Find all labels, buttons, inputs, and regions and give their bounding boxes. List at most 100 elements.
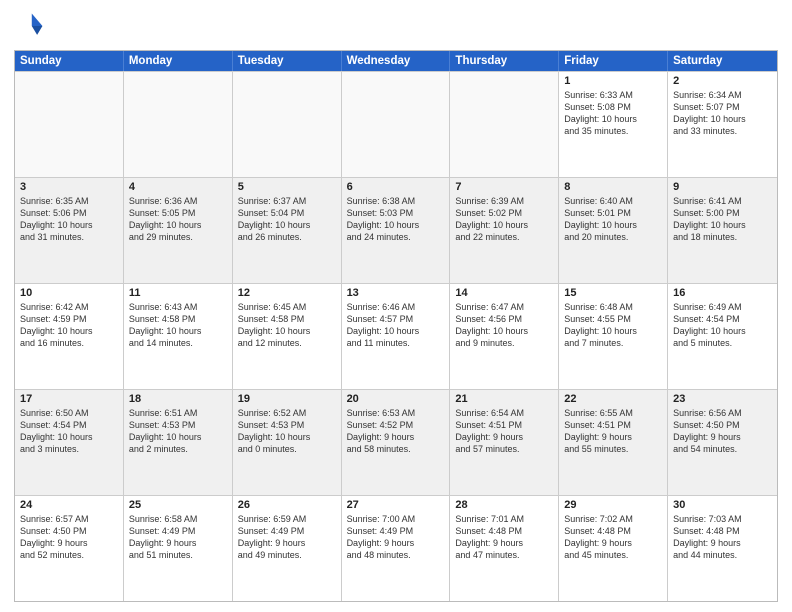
cell-line: and 51 minutes. [129, 549, 227, 561]
day-cell-10: 10Sunrise: 6:42 AMSunset: 4:59 PMDayligh… [15, 284, 124, 389]
cell-line: Daylight: 9 hours [129, 537, 227, 549]
cell-line: Sunset: 4:52 PM [347, 419, 445, 431]
cell-line: Sunset: 4:55 PM [564, 313, 662, 325]
cell-line: Sunset: 5:06 PM [20, 207, 118, 219]
day-number: 16 [673, 287, 772, 299]
cell-line: Sunrise: 6:51 AM [129, 407, 227, 419]
day-number: 27 [347, 499, 445, 511]
cell-line: Daylight: 10 hours [238, 325, 336, 337]
cell-line: and 20 minutes. [564, 231, 662, 243]
cell-line: and 44 minutes. [673, 549, 772, 561]
cell-line: and 18 minutes. [673, 231, 772, 243]
header-day-tuesday: Tuesday [233, 51, 342, 71]
cell-line: Sunrise: 6:57 AM [20, 513, 118, 525]
cell-line: Sunset: 4:59 PM [20, 313, 118, 325]
cell-line: Daylight: 9 hours [347, 537, 445, 549]
day-cell-18: 18Sunrise: 6:51 AMSunset: 4:53 PMDayligh… [124, 390, 233, 495]
cell-line: Sunrise: 7:03 AM [673, 513, 772, 525]
cell-line: Daylight: 9 hours [564, 431, 662, 443]
day-number: 4 [129, 181, 227, 193]
day-cell-8: 8Sunrise: 6:40 AMSunset: 5:01 PMDaylight… [559, 178, 668, 283]
cell-line: and 48 minutes. [347, 549, 445, 561]
cell-line: Sunset: 4:57 PM [347, 313, 445, 325]
calendar: SundayMondayTuesdayWednesdayThursdayFrid… [14, 50, 778, 602]
cell-line: Sunrise: 6:53 AM [347, 407, 445, 419]
cell-line: Sunrise: 6:52 AM [238, 407, 336, 419]
logo [14, 10, 50, 42]
day-number: 17 [20, 393, 118, 405]
cell-line: Sunset: 5:02 PM [455, 207, 553, 219]
day-number: 11 [129, 287, 227, 299]
cell-line: Daylight: 9 hours [564, 537, 662, 549]
cell-line: Sunrise: 7:01 AM [455, 513, 553, 525]
logo-icon [14, 10, 46, 42]
cell-line: and 54 minutes. [673, 443, 772, 455]
cell-line: and 2 minutes. [129, 443, 227, 455]
day-number: 7 [455, 181, 553, 193]
day-number: 8 [564, 181, 662, 193]
cell-line: and 29 minutes. [129, 231, 227, 243]
cell-line: and 11 minutes. [347, 337, 445, 349]
day-number: 15 [564, 287, 662, 299]
day-cell-4: 4Sunrise: 6:36 AMSunset: 5:05 PMDaylight… [124, 178, 233, 283]
cell-line: Sunrise: 6:48 AM [564, 301, 662, 313]
day-number: 3 [20, 181, 118, 193]
cell-line: Sunset: 4:53 PM [238, 419, 336, 431]
day-number: 1 [564, 75, 662, 87]
day-number: 19 [238, 393, 336, 405]
day-cell-25: 25Sunrise: 6:58 AMSunset: 4:49 PMDayligh… [124, 496, 233, 601]
cell-line: Sunrise: 6:34 AM [673, 89, 772, 101]
cell-line: Sunset: 4:48 PM [673, 525, 772, 537]
cell-line: and 14 minutes. [129, 337, 227, 349]
day-number: 20 [347, 393, 445, 405]
cell-line: Daylight: 10 hours [673, 325, 772, 337]
calendar-row-3: 17Sunrise: 6:50 AMSunset: 4:54 PMDayligh… [15, 389, 777, 495]
day-number: 28 [455, 499, 553, 511]
cell-line: Sunset: 4:50 PM [673, 419, 772, 431]
header-day-saturday: Saturday [668, 51, 777, 71]
page: SundayMondayTuesdayWednesdayThursdayFrid… [0, 0, 792, 612]
cell-line: Sunset: 4:49 PM [238, 525, 336, 537]
cell-line: Sunset: 5:04 PM [238, 207, 336, 219]
cell-line: Sunset: 4:53 PM [129, 419, 227, 431]
day-number: 24 [20, 499, 118, 511]
header-day-monday: Monday [124, 51, 233, 71]
day-number: 5 [238, 181, 336, 193]
empty-cell-0-0 [15, 72, 124, 177]
cell-line: Sunset: 4:58 PM [129, 313, 227, 325]
day-number: 14 [455, 287, 553, 299]
header-day-thursday: Thursday [450, 51, 559, 71]
cell-line: Daylight: 9 hours [347, 431, 445, 443]
cell-line: Sunset: 4:51 PM [455, 419, 553, 431]
empty-cell-0-3 [342, 72, 451, 177]
cell-line: and 35 minutes. [564, 125, 662, 137]
day-number: 30 [673, 499, 772, 511]
day-number: 10 [20, 287, 118, 299]
cell-line: Sunrise: 6:45 AM [238, 301, 336, 313]
cell-line: Daylight: 10 hours [564, 113, 662, 125]
day-cell-24: 24Sunrise: 6:57 AMSunset: 4:50 PMDayligh… [15, 496, 124, 601]
day-cell-1: 1Sunrise: 6:33 AMSunset: 5:08 PMDaylight… [559, 72, 668, 177]
header-day-wednesday: Wednesday [342, 51, 451, 71]
day-cell-21: 21Sunrise: 6:54 AMSunset: 4:51 PMDayligh… [450, 390, 559, 495]
cell-line: Daylight: 10 hours [347, 325, 445, 337]
day-cell-23: 23Sunrise: 6:56 AMSunset: 4:50 PMDayligh… [668, 390, 777, 495]
empty-cell-0-1 [124, 72, 233, 177]
day-cell-19: 19Sunrise: 6:52 AMSunset: 4:53 PMDayligh… [233, 390, 342, 495]
cell-line: Daylight: 9 hours [673, 537, 772, 549]
day-cell-5: 5Sunrise: 6:37 AMSunset: 5:04 PMDaylight… [233, 178, 342, 283]
cell-line: Daylight: 9 hours [20, 537, 118, 549]
day-cell-14: 14Sunrise: 6:47 AMSunset: 4:56 PMDayligh… [450, 284, 559, 389]
day-number: 25 [129, 499, 227, 511]
cell-line: Sunrise: 6:35 AM [20, 195, 118, 207]
cell-line: Sunrise: 6:37 AM [238, 195, 336, 207]
cell-line: Daylight: 10 hours [455, 325, 553, 337]
cell-line: and 3 minutes. [20, 443, 118, 455]
cell-line: and 31 minutes. [20, 231, 118, 243]
day-number: 9 [673, 181, 772, 193]
cell-line: and 49 minutes. [238, 549, 336, 561]
cell-line: Daylight: 10 hours [20, 325, 118, 337]
day-cell-9: 9Sunrise: 6:41 AMSunset: 5:00 PMDaylight… [668, 178, 777, 283]
cell-line: Daylight: 10 hours [347, 219, 445, 231]
cell-line: Sunset: 5:03 PM [347, 207, 445, 219]
